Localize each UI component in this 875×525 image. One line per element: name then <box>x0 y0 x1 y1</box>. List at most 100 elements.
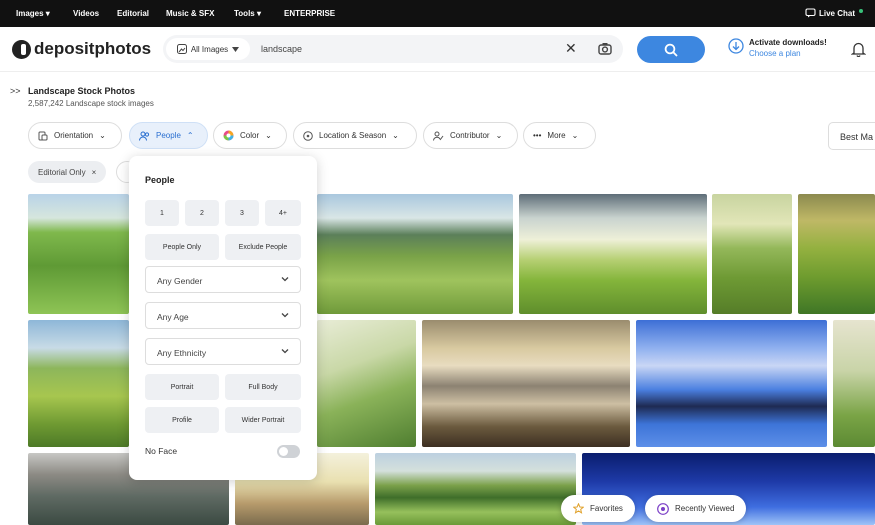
nav-music-sfx[interactable]: Music & SFX <box>166 9 214 18</box>
no-face-toggle[interactable] <box>277 445 300 458</box>
filter-contributor[interactable]: Contributor ⌄ <box>423 122 518 149</box>
favorites-button[interactable]: Favorites <box>561 495 635 522</box>
people-count-4-plus[interactable]: 4+ <box>265 200 301 226</box>
image-thumbnail[interactable] <box>28 194 129 314</box>
eye-icon <box>657 502 669 515</box>
expand-sidebar-icon[interactable]: >> <box>10 86 21 96</box>
image-icon <box>176 44 187 54</box>
people-panel-title: People <box>145 175 175 185</box>
chevron-down-icon <box>281 277 289 282</box>
filter-orientation[interactable]: Orientation ⌄ <box>28 122 122 149</box>
image-thumbnail[interactable] <box>317 194 513 314</box>
people-icon <box>139 131 150 141</box>
active-filter-chip[interactable]: Editorial Only × <box>28 161 107 183</box>
filter-color-label: Color <box>240 131 260 140</box>
ethnicity-select-value: Any Ethnicity <box>157 348 207 358</box>
search-button[interactable] <box>637 36 705 63</box>
chat-icon <box>805 8 816 18</box>
profile-button[interactable]: Profile <box>145 407 219 433</box>
orientation-icon <box>38 131 48 140</box>
people-count-3[interactable]: 3 <box>225 200 259 226</box>
chevron-down-icon <box>281 313 289 318</box>
filter-location-season[interactable]: Location & Season ⌄ <box>293 122 417 149</box>
search-scope-label: All Images <box>190 44 229 54</box>
chevron-down-icon: ⌄ <box>265 131 272 140</box>
nav-videos[interactable]: Videos <box>73 9 99 18</box>
remove-chip-icon[interactable]: × <box>92 168 97 177</box>
ethnicity-select[interactable]: Any Ethnicity <box>145 338 301 365</box>
site-header: depositphotos All Images landscape ✕ Act… <box>0 27 875 72</box>
search-bar: All Images landscape ✕ <box>163 35 623 63</box>
live-chat-label: Live Chat <box>818 8 855 18</box>
live-chat-button[interactable]: Live Chat <box>805 8 863 18</box>
image-thumbnail[interactable] <box>422 320 630 447</box>
portrait-button[interactable]: Portrait <box>145 374 219 400</box>
logo-mark-icon <box>12 39 31 59</box>
online-status-dot <box>859 8 863 13</box>
results-count: 2,587,242 Landscape stock images <box>28 99 154 108</box>
people-count-2[interactable]: 2 <box>185 200 219 226</box>
star-icon <box>573 503 584 514</box>
nav-tools[interactable]: Tools ▾ <box>234 9 261 18</box>
chip-label: Editorial Only <box>38 167 86 177</box>
activate-downloads[interactable]: Activate downloads! Choose a plan <box>728 38 827 58</box>
color-wheel-icon <box>223 130 234 141</box>
recently-viewed-button[interactable]: Recently Viewed <box>645 495 747 522</box>
sort-select[interactable]: Best Ma <box>828 122 875 150</box>
search-scope-select[interactable]: All Images <box>166 38 250 60</box>
image-thumbnail[interactable] <box>28 320 129 447</box>
more-dots-icon: ••• <box>533 131 542 140</box>
favorites-label: Favorites <box>590 504 623 513</box>
chevron-down-icon: ⌄ <box>99 131 106 140</box>
choose-plan-link[interactable]: Choose a plan <box>749 49 827 58</box>
notifications-bell-icon[interactable] <box>851 41 866 57</box>
gender-select[interactable]: Any Gender <box>145 266 301 293</box>
contributor-icon <box>433 131 444 141</box>
camera-search-icon[interactable] <box>597 41 613 57</box>
age-select[interactable]: Any Age <box>145 302 301 329</box>
image-thumbnail[interactable] <box>317 320 416 447</box>
people-filter-panel: People 1 2 3 4+ People Only Exclude Peop… <box>129 156 317 480</box>
image-thumbnail[interactable] <box>798 194 875 314</box>
filter-orientation-label: Orientation <box>54 131 94 140</box>
filter-bar: Orientation ⌄ People ⌃ Color ⌄ Location … <box>0 122 875 150</box>
recently-viewed-label: Recently Viewed <box>675 504 735 513</box>
image-thumbnail[interactable] <box>636 320 827 447</box>
full-body-button[interactable]: Full Body <box>225 374 301 400</box>
chevron-down-icon: ⌄ <box>495 131 503 140</box>
nav-images[interactable]: Images ▾ <box>16 9 50 18</box>
filter-more[interactable]: ••• More ⌄ <box>523 122 596 149</box>
location-icon <box>303 130 313 141</box>
caret-down-icon <box>232 46 240 52</box>
search-icon <box>664 43 678 57</box>
age-select-value: Any Age <box>157 312 189 322</box>
image-thumbnail[interactable] <box>833 320 875 447</box>
logo-text: depositphotos <box>34 39 152 58</box>
filter-color[interactable]: Color ⌄ <box>213 122 287 149</box>
image-thumbnail[interactable] <box>712 194 792 314</box>
wider-portrait-button[interactable]: Wider Portrait <box>225 407 301 433</box>
filter-people-label: People <box>156 131 181 140</box>
chevron-down-icon <box>281 349 289 354</box>
gender-select-value: Any Gender <box>157 276 203 286</box>
image-thumbnail[interactable] <box>519 194 707 314</box>
site-logo[interactable]: depositphotos <box>12 39 151 59</box>
filter-people[interactable]: People ⌃ <box>129 122 208 149</box>
people-only-button[interactable]: People Only <box>145 234 219 260</box>
no-face-label: No Face <box>145 446 178 456</box>
people-count-1[interactable]: 1 <box>145 200 179 226</box>
image-thumbnail[interactable] <box>375 453 576 525</box>
search-input[interactable]: landscape <box>261 44 302 54</box>
exclude-people-button[interactable]: Exclude People <box>225 234 301 260</box>
nav-enterprise[interactable]: ENTERPRISE <box>284 9 335 18</box>
filter-contributor-label: Contributor <box>450 131 490 140</box>
chevron-down-icon: ⌄ <box>392 131 399 140</box>
filter-more-label: More <box>547 131 566 140</box>
nav-editorial[interactable]: Editorial <box>117 9 149 18</box>
chevron-down-icon: ⌄ <box>571 131 579 140</box>
page-title: Landscape Stock Photos <box>28 86 136 96</box>
chevron-up-icon: ⌃ <box>186 131 194 140</box>
top-navigation: Images ▾ Videos Editorial Music & SFX To… <box>0 0 875 27</box>
activate-title: Activate downloads! <box>749 38 827 47</box>
clear-search-icon[interactable]: ✕ <box>565 40 577 57</box>
